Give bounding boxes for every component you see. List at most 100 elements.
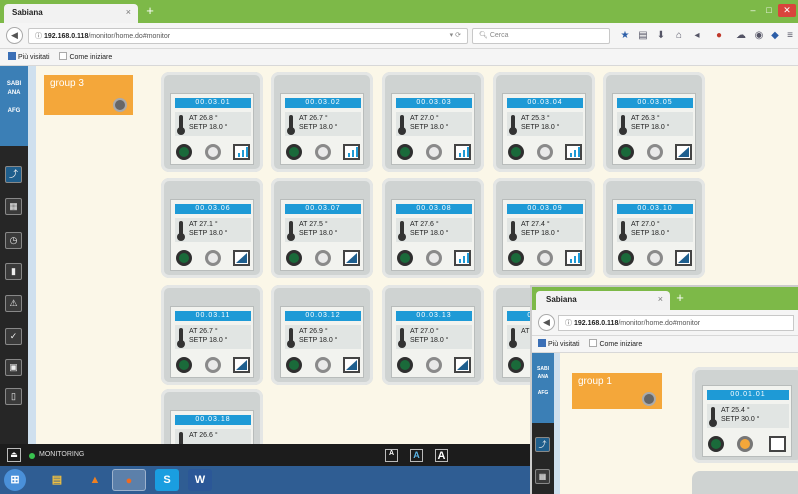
search-input[interactable]: 🔍︎ Cerca xyxy=(472,28,610,44)
vlc-icon[interactable]: ▲ xyxy=(78,469,112,491)
url-bar[interactable]: ⓘ 192.168.0.118/monitor/home.do#monitor … xyxy=(28,28,468,44)
overlay-new-tab-button[interactable]: + xyxy=(672,291,688,306)
overlay-group-toggle-button[interactable] xyxy=(642,392,656,406)
close-window-button[interactable]: ✕ xyxy=(778,4,796,17)
site-info-icon[interactable]: ⓘ xyxy=(35,33,44,40)
browser-tab[interactable]: Sabiana × xyxy=(4,4,138,23)
power-button[interactable] xyxy=(286,250,302,266)
device-card[interactable]: 00.03.13 AT 27.0 ° SETP 18.0 ° xyxy=(382,285,484,385)
mode-button[interactable] xyxy=(205,357,221,373)
ramp-chart-icon[interactable] xyxy=(454,357,471,373)
device-card[interactable]: 00.03.11 AT 26.7 ° SETP 18.0 ° xyxy=(161,285,263,385)
power-button[interactable] xyxy=(397,250,413,266)
bookmark-star-icon[interactable]: ★ xyxy=(618,28,632,43)
bar-chart-icon[interactable] xyxy=(233,144,250,160)
document-icon[interactable]: ▯ xyxy=(5,388,22,405)
mode-button[interactable] xyxy=(205,144,221,160)
chart-button[interactable] xyxy=(769,436,786,452)
firefox-icon[interactable]: ● xyxy=(112,469,146,491)
power-button[interactable] xyxy=(286,144,302,160)
file-explorer-icon[interactable]: ▤ xyxy=(40,469,74,491)
font-small-button[interactable]: A xyxy=(385,449,398,462)
overlay-bookmark-most-visited[interactable]: Più visitati xyxy=(538,339,580,348)
overlay-site-info-icon[interactable]: ⓘ xyxy=(565,320,574,327)
menu-icon[interactable]: ≡ xyxy=(783,28,797,43)
power-button[interactable] xyxy=(176,144,192,160)
power-button[interactable] xyxy=(176,250,192,266)
home-icon[interactable]: ⌂ xyxy=(672,28,686,43)
mode-button[interactable] xyxy=(315,357,331,373)
power-button[interactable] xyxy=(508,250,524,266)
mode-button[interactable] xyxy=(537,144,553,160)
overlay-group-card[interactable]: group 1 xyxy=(572,373,662,409)
bar-chart-icon[interactable]: ▮ xyxy=(5,263,22,280)
exit-icon[interactable]: ⏏ xyxy=(7,448,21,462)
reload-icon[interactable]: ▾ ⟳ xyxy=(450,31,461,39)
device-card[interactable]: 00.03.01 AT 26.8 ° SETP 18.0 ° xyxy=(161,72,263,172)
ramp-chart-icon[interactable] xyxy=(675,144,692,160)
pocket-icon[interactable]: ◂ xyxy=(690,28,704,43)
new-tab-button[interactable]: + xyxy=(142,4,158,19)
skype-icon[interactable]: S xyxy=(155,469,179,491)
power-button[interactable] xyxy=(286,357,302,373)
lock-icon[interactable]: ▣ xyxy=(5,359,22,376)
ramp-chart-icon[interactable] xyxy=(675,250,692,266)
device-card[interactable]: 00.03.04 AT 25.3 ° SETP 18.0 ° xyxy=(493,72,595,172)
mode-button[interactable] xyxy=(537,250,553,266)
warning-icon[interactable]: ⚠ xyxy=(5,295,22,312)
ramp-chart-icon[interactable] xyxy=(343,357,360,373)
tab-close-icon[interactable]: × xyxy=(126,7,131,17)
group-toggle-button[interactable] xyxy=(113,98,127,112)
bar-chart-icon[interactable] xyxy=(565,250,582,266)
extension-icon[interactable]: ◆ xyxy=(768,28,782,43)
power-button[interactable] xyxy=(397,357,413,373)
bar-chart-icon[interactable] xyxy=(565,144,582,160)
mode-button[interactable] xyxy=(205,250,221,266)
device-card[interactable]: 00.03.07 AT 27.5 ° SETP 18.0 ° xyxy=(271,178,373,278)
mode-button[interactable] xyxy=(737,436,753,452)
device-card[interactable]: 00.03.10 AT 27.0 ° SETP 18.0 ° xyxy=(603,178,705,278)
power-button[interactable] xyxy=(397,144,413,160)
font-medium-button[interactable]: A xyxy=(410,449,423,462)
mode-button[interactable] xyxy=(426,144,442,160)
power-button[interactable] xyxy=(618,144,634,160)
download-icon[interactable]: ⬇ xyxy=(654,28,668,43)
bookmark-most-visited[interactable]: Più visitati xyxy=(8,52,50,61)
sync-icon[interactable]: ◉ xyxy=(752,28,766,43)
overlay-url-bar[interactable]: ⓘ 192.168.0.118/monitor/home.do#monitor xyxy=(558,315,794,331)
device-card[interactable]: 00.03.18 AT 26.6 ° xyxy=(161,389,263,444)
font-large-button[interactable]: A xyxy=(435,449,448,462)
addon-icon[interactable]: ● xyxy=(712,28,726,43)
reading-list-icon[interactable]: ▤ xyxy=(636,28,650,43)
overlay-browser-tab[interactable]: Sabiana × xyxy=(536,291,670,310)
bar-chart-icon[interactable] xyxy=(343,144,360,160)
power-button[interactable] xyxy=(708,436,724,452)
device-card[interactable]: 00.03.12 AT 26.9 ° SETP 18.0 ° xyxy=(271,285,373,385)
ramp-chart-icon[interactable] xyxy=(343,250,360,266)
mode-button[interactable] xyxy=(647,250,663,266)
chart-line-icon[interactable]: ⤴ xyxy=(5,166,22,183)
power-button[interactable] xyxy=(618,250,634,266)
mode-button[interactable] xyxy=(647,144,663,160)
device-card[interactable]: 00.03.09 AT 27.4 ° SETP 18.0 ° xyxy=(493,178,595,278)
clock-icon[interactable]: ◷ xyxy=(5,232,22,249)
bar-chart-icon[interactable] xyxy=(454,144,471,160)
word-icon[interactable]: W xyxy=(188,469,212,491)
ramp-chart-icon[interactable] xyxy=(233,357,250,373)
check-icon[interactable]: ✓ xyxy=(5,328,22,345)
mode-button[interactable] xyxy=(426,250,442,266)
power-button[interactable] xyxy=(508,144,524,160)
mode-button[interactable] xyxy=(315,250,331,266)
mode-button[interactable] xyxy=(315,144,331,160)
start-orb-icon[interactable]: ⊞ xyxy=(4,469,26,491)
device-card[interactable]: 00.03.03 AT 27.0 ° SETP 18.0 ° xyxy=(382,72,484,172)
device-card[interactable]: 00.03.06 AT 27.1 ° SETP 18.0 ° xyxy=(161,178,263,278)
mode-button[interactable] xyxy=(426,357,442,373)
ramp-chart-icon[interactable] xyxy=(233,250,250,266)
device-card[interactable]: 00.03.05 AT 26.3 ° SETP 18.0 ° xyxy=(603,72,705,172)
power-button[interactable] xyxy=(508,357,524,373)
device-card[interactable]: 00.03.02 AT 26.7 ° SETP 18.0 ° xyxy=(271,72,373,172)
overlay-tab-close-icon[interactable]: × xyxy=(658,294,663,304)
minimize-button[interactable]: – xyxy=(746,4,760,17)
overlay-grid-icon[interactable]: ▦ xyxy=(535,469,550,484)
